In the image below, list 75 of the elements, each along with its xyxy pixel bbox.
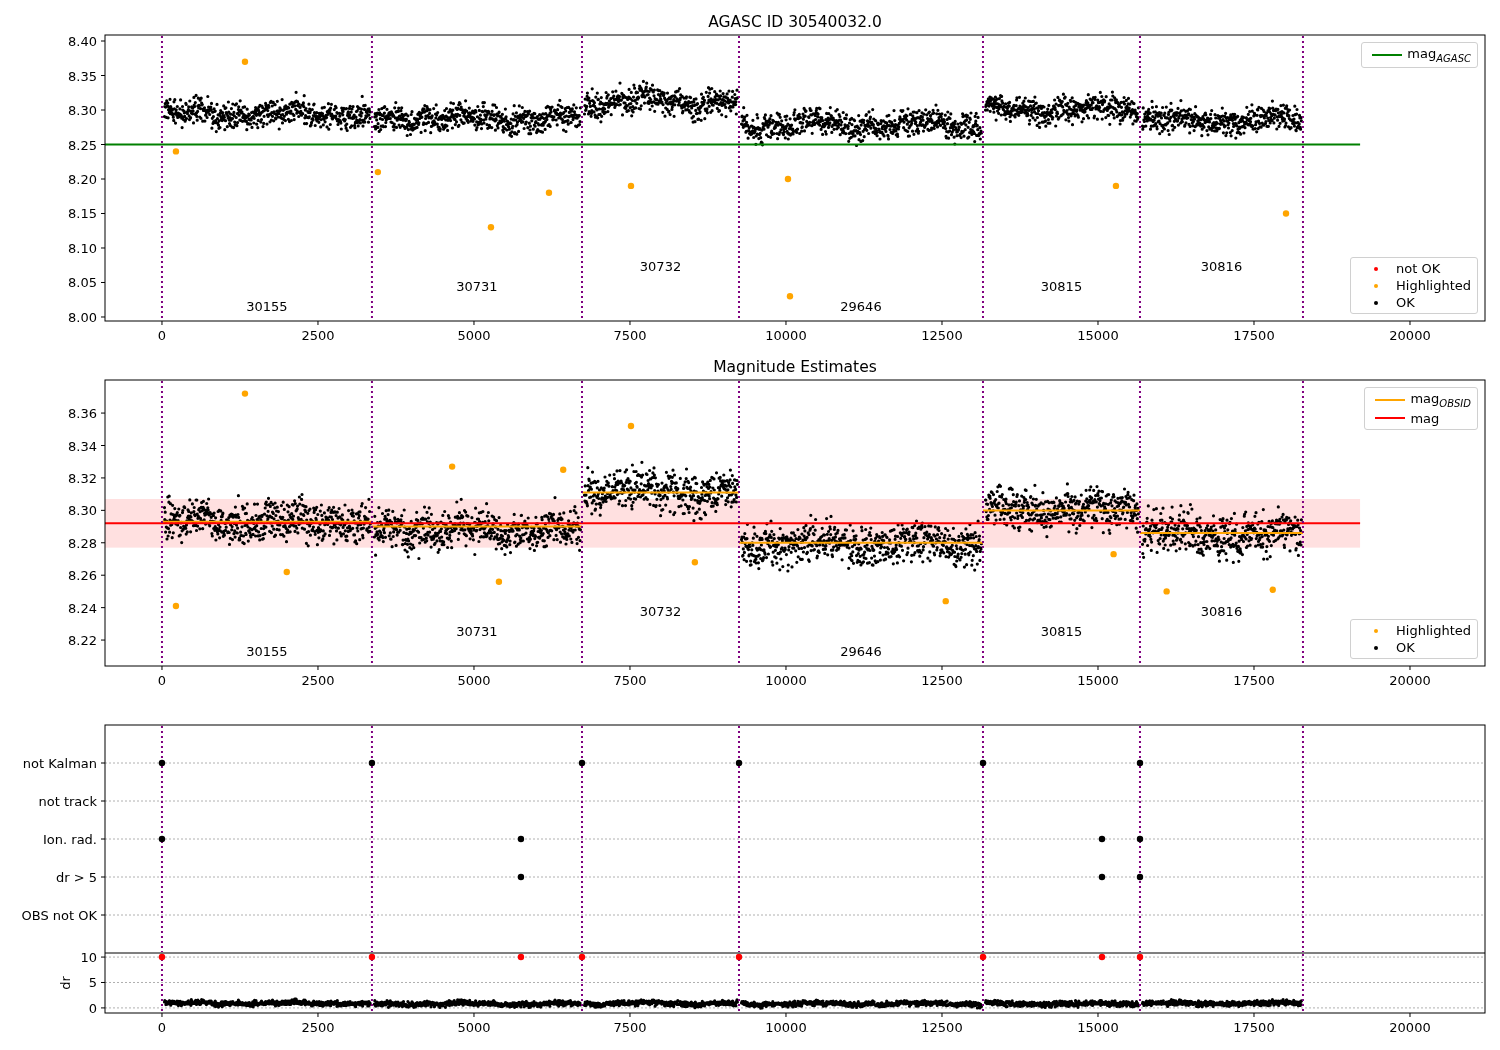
- tick-label: 8.32: [68, 470, 97, 486]
- tick-label: 8.25: [68, 137, 97, 153]
- obsid-label: 30155: [246, 299, 288, 314]
- tick-label: 20000: [1389, 1020, 1431, 1035]
- chart-title: Magnitude Estimates: [713, 358, 877, 376]
- tick-label: dr > 5: [55, 870, 97, 885]
- tick-label: 8.10: [68, 241, 97, 256]
- obsid-label: 30731: [456, 279, 498, 294]
- tick-label: 8.30: [68, 103, 97, 118]
- tick-label: 8.30: [68, 503, 97, 519]
- obsid-label: 30155: [246, 644, 288, 659]
- tick-label: 8.40: [68, 34, 97, 49]
- tick-label: 8.05: [68, 275, 97, 291]
- legend-label: not OK: [1396, 261, 1441, 276]
- legend-label: OK: [1396, 295, 1415, 310]
- tick-label: 0: [157, 328, 167, 343]
- tick-label: 2500: [301, 328, 335, 343]
- tick-label: 12500: [921, 328, 963, 343]
- legend-label: OK: [1396, 640, 1415, 655]
- tick-label: 5000: [457, 1020, 491, 1035]
- tick-label: 0: [157, 1020, 167, 1035]
- tick-label: 5000: [457, 673, 491, 688]
- obsid-label: 30816: [1200, 604, 1243, 619]
- tick-label: 17500: [1233, 673, 1275, 688]
- axis-label: dr: [58, 976, 73, 990]
- tick-label: 8.22: [68, 633, 97, 649]
- tick-label: 8.26: [68, 568, 97, 584]
- tick-label: 5: [88, 975, 97, 991]
- tick-label: 8.36: [68, 406, 97, 422]
- tick-label: 8.28: [68, 535, 97, 551]
- obsid-label: 30816: [1200, 259, 1243, 274]
- tick-label: 2500: [301, 1020, 335, 1035]
- tick-label: 20000: [1389, 673, 1431, 688]
- obsid-label: 30732: [639, 259, 682, 274]
- tick-label: 8.15: [68, 206, 97, 222]
- tick-label: 8.00: [68, 310, 97, 325]
- tick-label: 17500: [1233, 328, 1275, 343]
- tick-label: 17500: [1233, 1020, 1275, 1035]
- tick-label: 2500: [301, 673, 335, 688]
- obsid-label: 30815: [1040, 624, 1083, 639]
- obsid-label: 29646: [840, 644, 882, 659]
- tick-label: 0: [157, 673, 167, 688]
- tick-label: 0: [88, 1000, 97, 1016]
- tick-label: not Kalman: [22, 756, 97, 771]
- tick-label: 7500: [613, 673, 647, 688]
- obsid-label: 30732: [639, 604, 682, 619]
- tick-label: 10000: [765, 673, 807, 688]
- tick-label: 20000: [1389, 328, 1431, 343]
- legend-label: Highlighted: [1396, 623, 1471, 638]
- tick-label: 8.24: [68, 600, 97, 616]
- legend-label: mag$_{OBSID}$: [1410, 391, 1471, 409]
- tick-label: OBS not OK: [21, 908, 97, 923]
- tick-label: 5000: [457, 328, 491, 343]
- tick-label: not track: [38, 794, 97, 809]
- tick-label: 10: [80, 953, 97, 966]
- legend-label: Highlighted: [1396, 278, 1471, 293]
- tick-label: 15000: [1077, 1020, 1119, 1035]
- tick-label: 15000: [1077, 328, 1119, 343]
- tick-label: 10000: [765, 1020, 807, 1035]
- tick-label: 8.34: [68, 438, 97, 454]
- tick-label: Ion. rad.: [43, 832, 97, 847]
- tick-label: 12500: [921, 673, 963, 688]
- legend-label: mag: [1410, 410, 1440, 426]
- tick-label: 15000: [1077, 673, 1119, 688]
- tick-label: 7500: [613, 328, 647, 343]
- tick-label: 8.20: [68, 172, 97, 187]
- tick-label: 8.35: [68, 68, 97, 84]
- legend-label: mag$_{AGASC}$: [1407, 46, 1471, 64]
- obsid-label: 30731: [456, 624, 498, 639]
- obsid-label: 29646: [840, 299, 882, 314]
- obsid-label: 30815: [1040, 279, 1083, 294]
- tick-label: 10000: [765, 328, 807, 343]
- tick-label: 7500: [613, 1020, 647, 1035]
- chart-title: AGASC ID 30540032.0: [708, 13, 882, 31]
- tick-label: 12500: [921, 1020, 963, 1035]
